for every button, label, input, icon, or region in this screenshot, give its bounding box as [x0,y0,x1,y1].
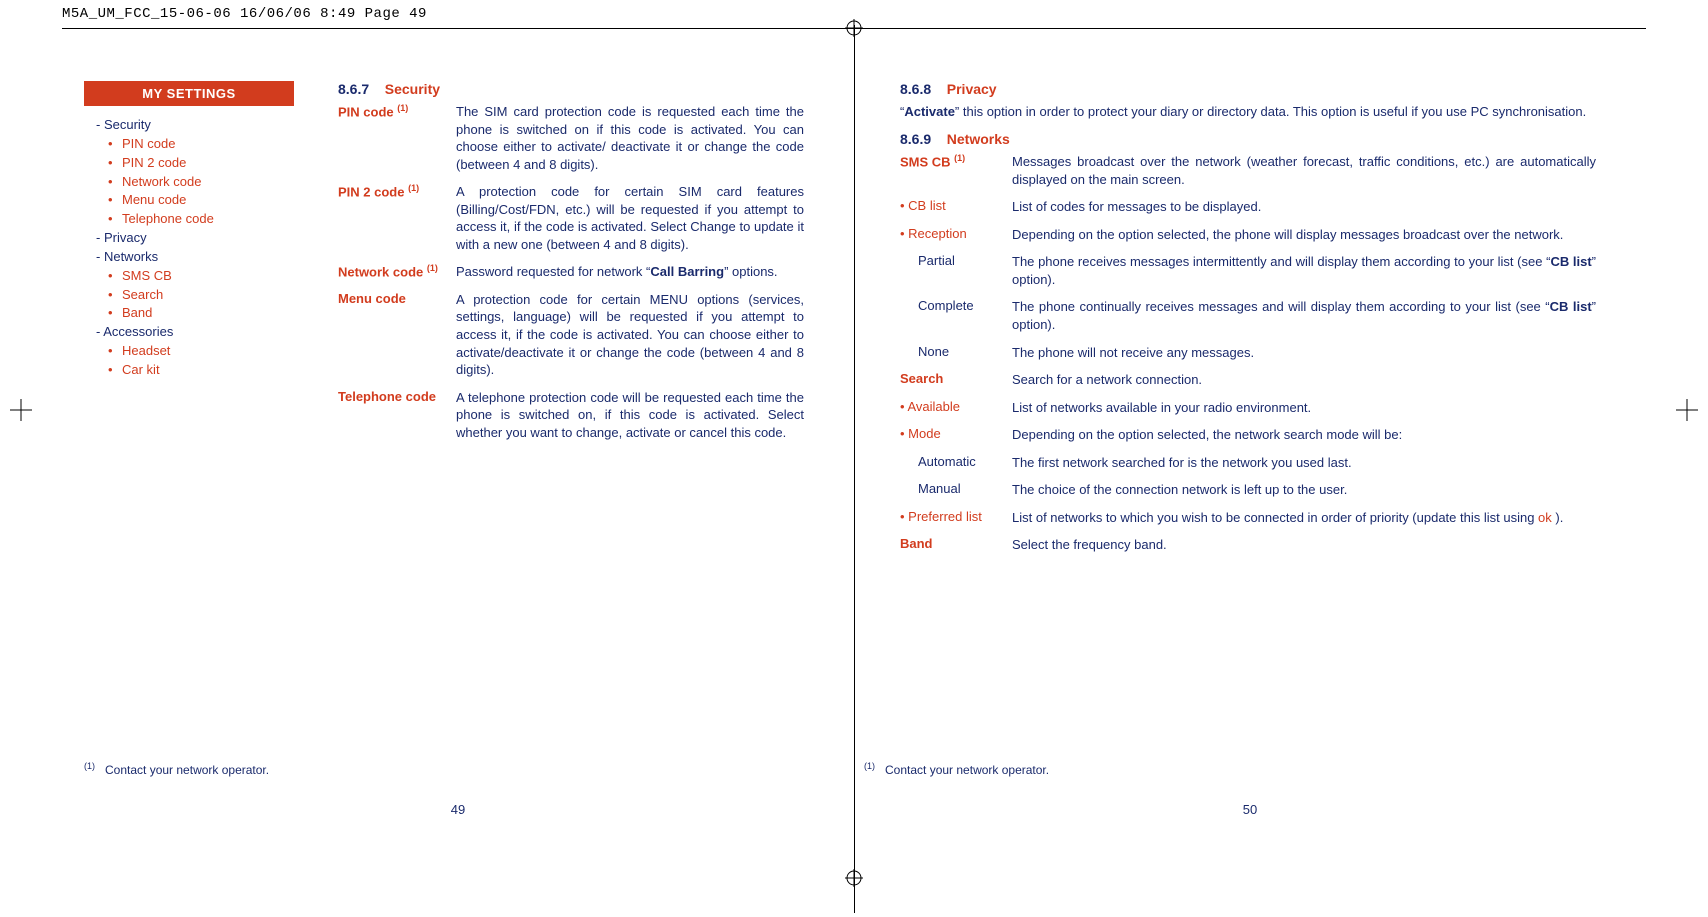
sidebar-item: PIN code [92,135,288,154]
privacy-paragraph: “Activate” this option in order to prote… [900,103,1596,121]
crop-mark-right [1676,399,1698,421]
definition-desc: List of networks to which you wish to be… [1012,509,1596,527]
footnote-left: (1) Contact your network operator. [84,761,269,777]
section-title: Security [385,81,440,97]
definition-row: AutomaticThe first network searched for … [900,454,1596,472]
definition-term: • Preferred list [900,509,1012,527]
definition-term: Complete [900,298,1012,333]
definition-row: CompleteThe phone continually receives m… [900,298,1596,333]
footnote-mark: (1) [84,761,95,771]
definition-desc: A protection code for certain MENU optio… [456,291,804,379]
sidebar-item: Menu code [92,191,288,210]
definition-row: PIN 2 code (1)A protection code for cert… [338,183,804,253]
footnote-mark: (1) [864,761,875,771]
definition-row: SMS CB (1)Messages broadcast over the ne… [900,153,1596,188]
section-heading-privacy: 8.6.8 Privacy [900,81,1596,97]
definition-desc: The phone receives messages intermittent… [1012,253,1596,288]
footnote-right: (1) Contact your network operator. [864,761,1049,777]
sidebar-section: Accessories [92,323,288,342]
definition-row: Network code (1)Password requested for n… [338,263,804,281]
definition-term: PIN 2 code (1) [338,183,456,253]
section-heading-security: 8.6.7 Security [338,81,804,97]
definition-term: Telephone code [338,389,456,442]
definition-row: PIN code (1)The SIM card protection code… [338,103,804,173]
sidebar-item: Car kit [92,361,288,380]
sidebar-list: SecurityPIN codePIN 2 codeNetwork codeMe… [84,106,294,380]
definition-desc: List of codes for messages to be display… [1012,198,1596,216]
definition-desc: The phone continually receives messages … [1012,298,1596,333]
footnote-text: Contact your network operator. [885,763,1049,777]
definition-desc: The SIM card protection code is requeste… [456,103,804,173]
section-number: 8.6.9 [900,131,931,147]
definition-term: Automatic [900,454,1012,472]
definition-term: PIN code (1) [338,103,456,173]
definition-term: SMS CB (1) [900,153,1012,188]
sidebar-section: Networks [92,248,288,267]
page-left: MY SETTINGS SecurityPIN codePIN 2 codeNe… [62,29,854,917]
sidebar-item: Network code [92,173,288,192]
definition-row: SearchSearch for a network connection. [900,371,1596,389]
spread-frame: MY SETTINGS SecurityPIN codePIN 2 codeNe… [62,28,1646,917]
definition-term: • Available [900,399,1012,417]
sidebar-item: SMS CB [92,267,288,286]
definition-desc: Depending on the option selected, the ne… [1012,426,1596,444]
definition-desc: The phone will not receive any messages. [1012,344,1596,362]
definition-term: Search [900,371,1012,389]
definition-term: Network code (1) [338,263,456,281]
definition-row: ManualThe choice of the connection netwo… [900,481,1596,499]
definition-desc: The first network searched for is the ne… [1012,454,1596,472]
definition-desc: Select the frequency band. [1012,536,1596,554]
section-heading-networks: 8.6.9 Networks [900,131,1596,147]
left-content: 8.6.7 Security PIN code (1)The SIM card … [338,81,814,441]
definition-term: • CB list [900,198,1012,216]
definition-desc: A protection code for certain SIM card f… [456,183,804,253]
sidebar-item: Headset [92,342,288,361]
sidebar-section: Security [92,116,288,135]
crop-mark-left [10,399,32,421]
definition-row: • AvailableList of networks available in… [900,399,1596,417]
definition-term: • Mode [900,426,1012,444]
definition-desc: Messages broadcast over the network (wea… [1012,153,1596,188]
section-title: Networks [947,131,1010,147]
definition-row: NoneThe phone will not receive any messa… [900,344,1596,362]
print-header: M5A_UM_FCC_15-06-06 16/06/06 8:49 Page 4… [62,6,427,22]
definition-row: • ModeDepending on the option selected, … [900,426,1596,444]
section-number: 8.6.8 [900,81,931,97]
sidebar-item: Telephone code [92,210,288,229]
sidebar-item: PIN 2 code [92,154,288,173]
definition-row: PartialThe phone receives messages inter… [900,253,1596,288]
definition-desc: Search for a network connection. [1012,371,1596,389]
definition-desc: The choice of the connection network is … [1012,481,1596,499]
sidebar-item: Band [92,304,288,323]
definition-desc: A telephone protection code will be requ… [456,389,804,442]
definition-term: Menu code [338,291,456,379]
definition-row: • Preferred listList of networks to whic… [900,509,1596,527]
page-number-left: 49 [451,802,465,817]
section-number: 8.6.7 [338,81,369,97]
page-number-right: 50 [1243,802,1257,817]
sidebar: MY SETTINGS SecurityPIN codePIN 2 codeNe… [84,81,294,380]
sidebar-section: Privacy [92,229,288,248]
definition-desc: Depending on the option selected, the ph… [1012,226,1596,244]
definition-term: Manual [900,481,1012,499]
definition-row: • ReceptionDepending on the option selec… [900,226,1596,244]
page-right: 8.6.8 Privacy “Activate” this option in … [854,29,1646,917]
sidebar-item: Search [92,286,288,305]
definition-row: • CB listList of codes for messages to b… [900,198,1596,216]
document-spread: M5A_UM_FCC_15-06-06 16/06/06 8:49 Page 4… [0,0,1708,917]
sidebar-header: MY SETTINGS [84,81,294,106]
definition-term: • Reception [900,226,1012,244]
footnote-text: Contact your network operator. [105,763,269,777]
definition-row: BandSelect the frequency band. [900,536,1596,554]
definition-row: Telephone codeA telephone protection cod… [338,389,804,442]
definition-term: Band [900,536,1012,554]
definition-term: None [900,344,1012,362]
section-title: Privacy [947,81,997,97]
definition-desc: Password requested for network “Call Bar… [456,263,804,281]
definition-term: Partial [900,253,1012,288]
definition-row: Menu codeA protection code for certain M… [338,291,804,379]
definition-desc: List of networks available in your radio… [1012,399,1596,417]
